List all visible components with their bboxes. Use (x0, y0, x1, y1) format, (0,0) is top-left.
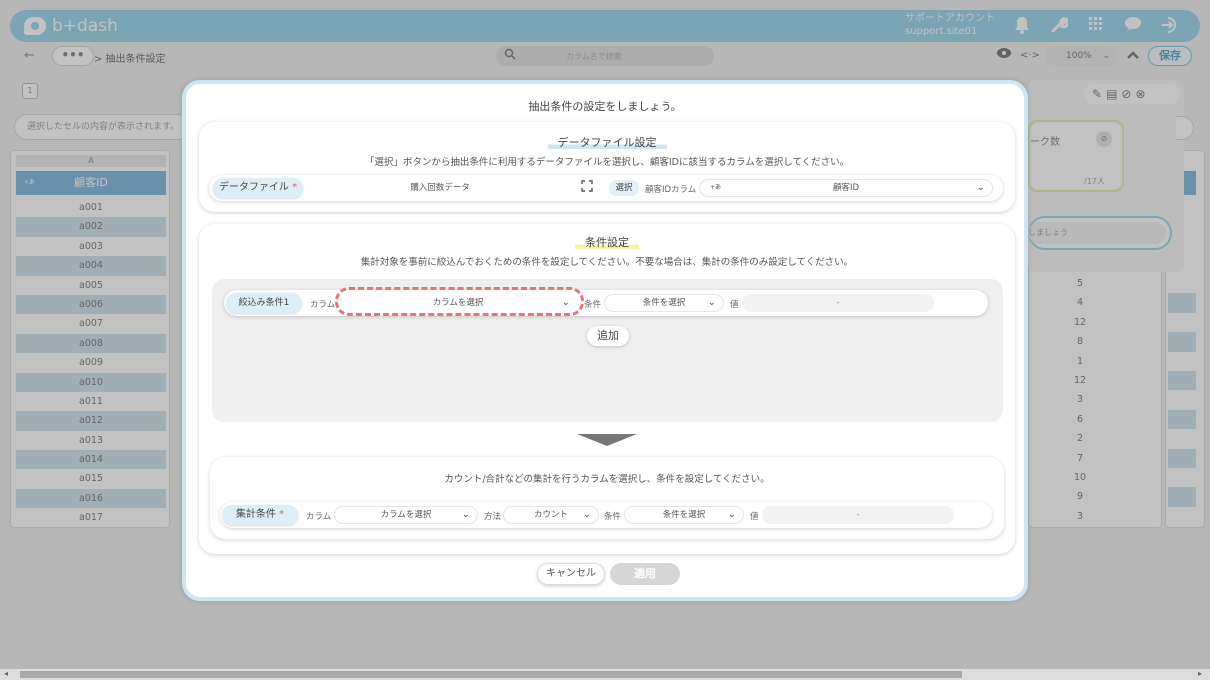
aggregate-description: カウント/合計などの集計を行うカラムを選択し、条件を設定してください。 (444, 474, 770, 485)
customer-id-column-value: 顧客ID (832, 183, 860, 193)
aggregate-label: 集計条件 * (222, 505, 298, 525)
filter-column-label: カラム (310, 300, 336, 310)
scroll-right-icon[interactable]: ▸ (1198, 669, 1202, 678)
aggregate-condition-value: 条件を選択 (662, 510, 706, 520)
aggregate-condition-select[interactable]: 条件を選択 ⌄ (624, 506, 744, 524)
data-file-row: データファイル * 購入回数データ 選択 顧客IDカラム +あ 顧客ID ⌄ (209, 175, 1003, 201)
customer-id-column-select[interactable]: +あ 顧客ID ⌄ (699, 179, 993, 197)
data-file-field[interactable]: 購入回数データ (313, 179, 567, 197)
select-file-button[interactable]: 選択 (609, 180, 639, 196)
horizontal-scrollbar[interactable]: ◂ ▸ (0, 669, 1210, 680)
aggregate-method-label: 方法 (484, 512, 502, 522)
aggregate-row: 集計条件 * カラム カラムを選択 ⌄ 方法 カウント ⌄ 条件 条件を選択 ⌄… (220, 502, 992, 528)
conditions-section-title: 条件設定 (199, 234, 1015, 250)
aggregate-column-select[interactable]: カラムを選択 ⌄ (334, 506, 478, 524)
flow-down-arrow-icon (577, 434, 637, 446)
expand-icon[interactable] (581, 180, 593, 195)
filter-value-label: 値 (730, 300, 739, 310)
aggregate-section: カウント/合計などの集計を行うカラムを選択し、条件を設定してください。 集計条件… (210, 457, 1004, 539)
chevron-down-icon: ⌄ (707, 297, 716, 308)
aggregate-column-value: カラムを選択 (380, 510, 432, 520)
chevron-down-icon: ⌄ (727, 509, 736, 520)
scrollbar-thumb[interactable] (20, 671, 962, 678)
aggregate-value-input[interactable]: - (762, 506, 954, 524)
cancel-button[interactable]: キャンセル (537, 563, 605, 585)
extract-condition-modal: 抽出条件の設定をしましょう。 データファイル設定 「選択」ボタンから抽出条件に利… (182, 80, 1028, 601)
filter-condition-select[interactable]: 条件を選択 ⌄ (604, 294, 724, 312)
chevron-down-icon: ⌄ (976, 182, 985, 193)
scroll-left-icon[interactable]: ◂ (4, 669, 8, 678)
filter-conditions-area: 絞込み条件1 カラム カラムを選択 ⌄ 条件 条件を選択 ⌄ 値 - 追加 (212, 279, 1003, 422)
column-type-tag: +あ (710, 184, 722, 191)
conditions-description: 集計対象を事前に絞込んでおくための条件を設定してください。不要な場合は、集計の条… (360, 257, 854, 268)
filter-condition-label: 絞込み条件1 (226, 293, 302, 313)
aggregate-condition-label: 条件 (604, 512, 622, 522)
data-file-description: 「選択」ボタンから抽出条件に利用するデータファイルを選択し、顧客IDに該当するカ… (364, 157, 850, 168)
highlight-dashed-outline (335, 287, 584, 316)
customer-id-column-label: 顧客IDカラム (645, 185, 697, 195)
chevron-down-icon: ⌄ (461, 509, 470, 520)
apply-button[interactable]: 適用 (610, 563, 680, 585)
data-file-section-title: データファイル設定 (199, 134, 1015, 150)
filter-condition-value: 条件を選択 (642, 298, 686, 308)
data-file-label: データファイル * (213, 178, 303, 198)
modal-title: 抽出条件の設定をしましょう。 (528, 100, 682, 113)
data-file-section: データファイル設定 「選択」ボタンから抽出条件に利用するデータファイルを選択し、… (199, 122, 1015, 212)
filter-condition-type-label: 条件 (584, 300, 602, 310)
aggregate-value-label: 値 (750, 512, 759, 522)
aggregate-method-select[interactable]: カウント ⌄ (503, 506, 599, 524)
filter-value-input[interactable]: - (742, 294, 934, 312)
aggregate-method-value: カウント (533, 510, 568, 520)
chevron-down-icon: ⌄ (582, 509, 591, 520)
add-condition-button[interactable]: 追加 (587, 326, 629, 346)
aggregate-column-label: カラム (306, 512, 332, 522)
